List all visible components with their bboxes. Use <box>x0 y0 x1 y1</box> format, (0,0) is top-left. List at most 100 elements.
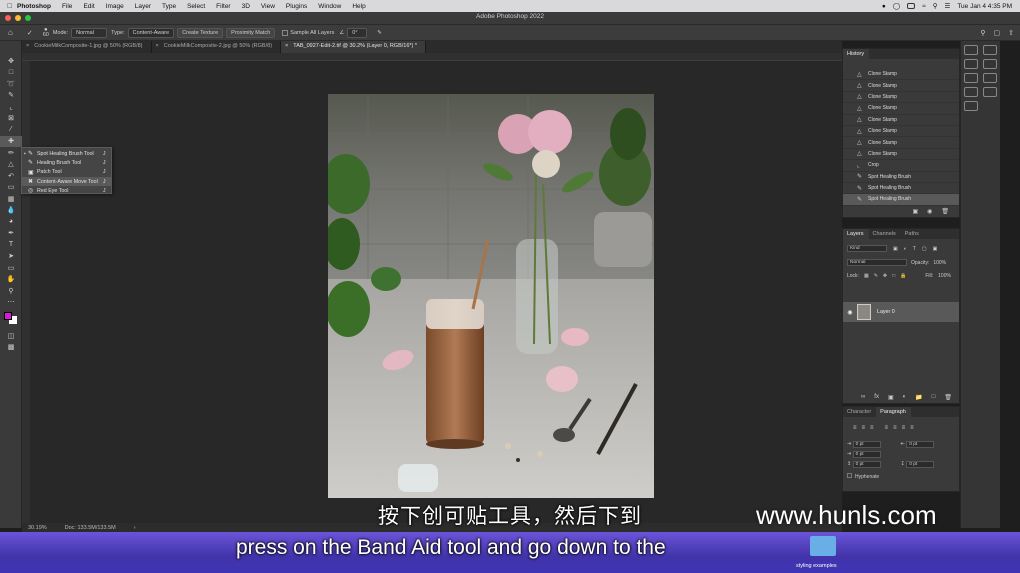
frame-tool-icon[interactable]: ⊠ <box>0 113 22 125</box>
clone-source-icon[interactable] <box>963 73 978 83</box>
bandage-tool-preset-icon[interactable]: ✓ <box>27 29 33 37</box>
layer-name[interactable]: Layer 0 <box>877 309 895 315</box>
brush-tool-icon[interactable]: ✏ <box>0 147 22 159</box>
more-tools-icon[interactable]: ⋯ <box>0 297 22 309</box>
control-center-icon[interactable]: ☰ <box>944 2 950 10</box>
hyphenate-checkbox[interactable] <box>847 473 852 478</box>
rectangle-tool-icon[interactable]: ▭ <box>0 262 22 274</box>
tab-close-icon[interactable]: × <box>285 43 288 53</box>
adjustment-layer-icon[interactable]: ◐ <box>903 394 907 401</box>
blend-mode-select[interactable]: Normal <box>847 259 907 266</box>
sample-all-layers-checkbox[interactable] <box>282 29 289 36</box>
snapshot-icon[interactable]: ◉ <box>927 208 932 215</box>
layer-kind-filter[interactable]: Kind <box>847 245 887 252</box>
justify-last-center-icon[interactable]: ≡ <box>893 425 897 431</box>
lock-artboard-icon[interactable]: □ <box>892 273 895 279</box>
clock-datetime[interactable]: Tue Jan 4 4:35 PM <box>957 3 1012 10</box>
menu-plugins[interactable]: Plugins <box>286 3 307 10</box>
tab-close-icon[interactable]: × <box>26 43 29 53</box>
menu-3d[interactable]: 3D <box>242 3 250 10</box>
align-center-icon[interactable]: ≡ <box>862 425 866 431</box>
dodge-tool-icon[interactable]: ◕ <box>0 216 22 228</box>
type-proximity-match-button[interactable]: Proximity Match <box>226 27 276 38</box>
lock-transparent-icon[interactable]: ▦ <box>864 273 869 279</box>
indent-right-field[interactable]: 0 pt <box>906 441 935 448</box>
tab-paths[interactable]: Paths <box>901 229 924 239</box>
history-item[interactable]: ⌞ Crop <box>843 160 959 172</box>
swatches-panel-icon[interactable] <box>983 59 997 69</box>
quick-select-tool-icon[interactable]: ✎ <box>0 90 22 102</box>
history-item[interactable]: △ Clone Stamp <box>843 69 959 81</box>
menu-image[interactable]: Image <box>106 3 124 10</box>
wifi-icon[interactable]: ≈ <box>922 3 926 10</box>
history-brush-tool-icon[interactable]: ↶ <box>0 170 22 182</box>
align-left-icon[interactable]: ≡ <box>853 425 857 431</box>
apple-icon[interactable]:  <box>7 3 17 10</box>
menu-type[interactable]: Type <box>162 3 176 10</box>
lock-pixels-icon[interactable]: ✎ <box>874 273 878 279</box>
zoom-tool-icon[interactable]: ⚲ <box>0 285 22 297</box>
new-layer-icon[interactable]: □ <box>932 394 936 401</box>
history-panel-icon[interactable] <box>963 45 978 55</box>
home-icon[interactable]: ⌂ <box>8 28 13 37</box>
trash-icon[interactable]: 🗑 <box>944 394 952 401</box>
opacity-value[interactable]: 100% <box>933 260 946 266</box>
tab-layers[interactable]: Layers <box>843 229 869 239</box>
battery-icon[interactable] <box>907 3 916 9</box>
record-icon[interactable]: ● <box>882 3 886 10</box>
fx-icon[interactable]: fx <box>874 394 879 401</box>
space-after-field[interactable]: 0 pt <box>906 461 935 468</box>
gradient-tool-icon[interactable]: ▦ <box>0 193 22 205</box>
eraser-tool-icon[interactable]: ▭ <box>0 182 22 194</box>
crop-tool-icon[interactable]: ⌞ <box>0 101 22 113</box>
align-right-icon[interactable]: ≡ <box>870 425 874 431</box>
history-item-selected[interactable]: ✎ Spot Healing Brush <box>843 194 959 206</box>
document-image[interactable] <box>328 94 654 498</box>
history-item[interactable]: △ Clone Stamp <box>843 103 959 115</box>
filter-smart-icon[interactable]: ▣ <box>933 246 938 252</box>
filter-shape-icon[interactable]: ▢ <box>922 246 927 252</box>
layer-mask-icon[interactable]: ▣ <box>888 394 894 401</box>
tab-paragraph[interactable]: Paragraph <box>876 407 911 417</box>
filter-pixel-icon[interactable]: ▣ <box>893 246 898 252</box>
color-panel-icon[interactable] <box>983 45 997 55</box>
justify-last-right-icon[interactable]: ≡ <box>902 425 906 431</box>
history-item[interactable]: △ Clone Stamp <box>843 80 959 92</box>
foreground-color-swatch[interactable] <box>4 312 12 320</box>
filter-type-icon[interactable]: T <box>913 246 916 252</box>
indent-first-field[interactable]: 0 pt <box>852 451 881 458</box>
eyedropper-tool-icon[interactable]: ⁄ <box>0 124 22 136</box>
visibility-eye-icon[interactable]: ◉ <box>843 309 857 316</box>
pen-tool-icon[interactable]: ✒ <box>0 228 22 240</box>
character-panel-icon[interactable] <box>963 101 978 111</box>
desktop-folder-label[interactable]: styling examples <box>796 563 837 569</box>
type-tool-icon[interactable]: T <box>0 239 22 251</box>
tab-cookiemilk-1[interactable]: × CookieMilkComposite-1.jpg @ 50% (RGB/8… <box>22 41 152 53</box>
quick-mask-icon[interactable]: ◫ <box>0 330 22 342</box>
flyout-spot-healing-brush[interactable]: ▪ ✎ Spot Healing Brush Tool J <box>22 149 111 158</box>
marquee-tool-icon[interactable]: □ <box>0 67 22 79</box>
justify-last-left-icon[interactable]: ≡ <box>885 425 889 431</box>
menu-app-name[interactable]: Photoshop <box>17 3 51 10</box>
new-document-from-state-icon[interactable]: ▣ <box>912 208 918 215</box>
type-content-aware-button[interactable]: Content-Aware <box>127 27 175 38</box>
lock-position-icon[interactable]: ✥ <box>883 273 887 279</box>
flyout-content-aware-move[interactable]: ✖ Content-Aware Move Tool J <box>22 176 111 187</box>
group-folder-icon[interactable]: 📁 <box>915 394 922 401</box>
history-item[interactable]: △ Clone Stamp <box>843 115 959 126</box>
layer-row[interactable]: ◉ Layer 0 <box>843 302 959 322</box>
lock-all-icon[interactable]: 🔒 <box>900 273 906 279</box>
history-item[interactable]: △ Clone Stamp <box>843 137 959 149</box>
paths-panel-icon[interactable] <box>963 87 978 97</box>
type-create-texture-button[interactable]: Create Texture <box>177 27 224 38</box>
clone-stamp-tool-icon[interactable]: △ <box>0 159 22 171</box>
flyout-patch-tool[interactable]: ▣ Patch Tool J <box>22 168 111 177</box>
justify-all-icon[interactable]: ≡ <box>910 425 914 431</box>
search-icon[interactable]: ⚲ <box>933 2 938 10</box>
fill-value[interactable]: 100% <box>938 273 951 279</box>
brush-settings-icon[interactable] <box>963 59 978 69</box>
menu-window[interactable]: Window <box>318 3 341 10</box>
search-icon[interactable]: ⚲ <box>980 29 985 37</box>
tab-channels[interactable]: Channels <box>869 229 901 239</box>
menu-edit[interactable]: Edit <box>83 3 94 10</box>
